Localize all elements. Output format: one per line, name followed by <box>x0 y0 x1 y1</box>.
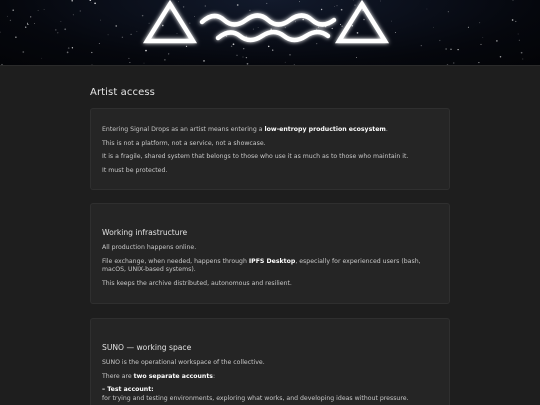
infrastructure-card: Working infrastructure All production ha… <box>90 203 450 304</box>
emphasis: two separate accounts <box>133 372 213 380</box>
suno-item-1-text: for trying and testing environments, exp… <box>102 394 409 402</box>
main-content: Artist access Entering Signal Drops as a… <box>90 66 450 405</box>
suno-card: SUNO — working space SUNO is the operati… <box>90 318 450 405</box>
suno-paragraph-2: There are two separate accounts: <box>102 373 438 381</box>
text: File exchange, when needed, happens thro… <box>102 257 249 265</box>
suno-heading: SUNO — working space <box>102 343 192 352</box>
intro-paragraph-1: Entering Signal Drops as an artist means… <box>102 126 438 134</box>
emphasis: low-entropy production ecosystem <box>264 126 386 133</box>
header-banner <box>0 0 540 66</box>
infrastructure-paragraph-3: This keeps the archive distributed, auto… <box>102 279 292 287</box>
infrastructure-heading: Working infrastructure <box>102 228 188 237</box>
suno-paragraph-1: SUNO is the operational workspace of the… <box>102 359 265 366</box>
text: There are <box>102 372 134 380</box>
text: Entering Signal Drops as an artist means… <box>102 126 265 133</box>
emphasis: – Test account: <box>102 386 154 394</box>
page-title: Artist access <box>90 87 155 98</box>
emphasis: IPFS Desktop <box>248 257 296 265</box>
suno-item-1-title: – Test account: <box>102 386 438 394</box>
text: : <box>212 372 216 380</box>
intro-paragraph-4: It must be protected. <box>102 167 168 175</box>
intro-card: Entering Signal Drops as an artist means… <box>90 108 450 190</box>
intro-paragraph-3: It is a fragile, shared system that belo… <box>102 153 409 161</box>
infrastructure-paragraph-1: All production happens online. <box>102 244 197 251</box>
triangle-wave-triangle-logo <box>142 0 390 44</box>
text: . <box>385 126 388 133</box>
intro-paragraph-2: This is not a platform, not a service, n… <box>102 139 266 147</box>
infrastructure-paragraph-2: File exchange, when needed, happens thro… <box>102 258 438 274</box>
